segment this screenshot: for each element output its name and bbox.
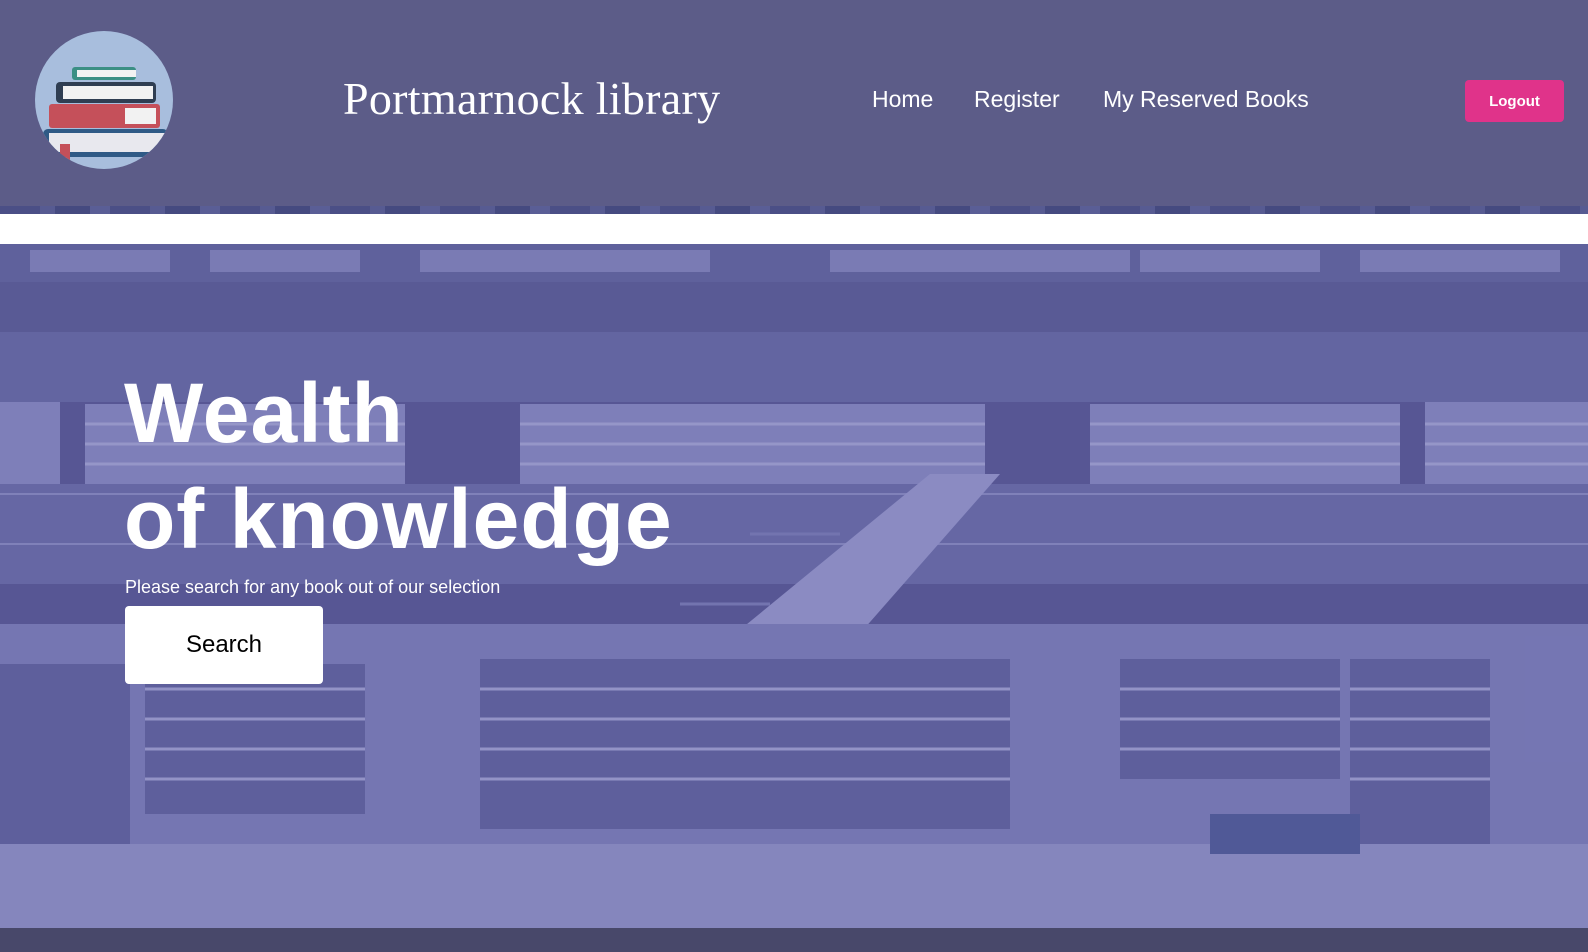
footer-strip — [0, 928, 1588, 952]
brand-title[interactable]: Portmarnock library — [343, 72, 720, 125]
separator-band — [0, 214, 1588, 244]
search-button[interactable]: Search — [125, 606, 323, 684]
logo[interactable] — [35, 31, 173, 169]
header-divider — [0, 206, 1588, 214]
nav-home-link[interactable]: Home — [872, 86, 933, 113]
nav-register-link[interactable]: Register — [974, 86, 1060, 113]
hero-subtext: Please search for any book out of our se… — [125, 577, 501, 597]
logout-button[interactable]: Logout — [1465, 80, 1564, 122]
books-stack-icon — [43, 67, 168, 164]
hero-section: Wealth of knowledge Please search for an… — [0, 244, 1588, 928]
hero-headline: Wealth of knowledge — [124, 360, 673, 572]
headline-line-2: of knowledge — [124, 472, 673, 566]
site-header: Portmarnock library Home Register My Res… — [0, 0, 1588, 206]
headline-line-1: Wealth — [124, 366, 404, 460]
nav-reserved-books-link[interactable]: My Reserved Books — [1103, 86, 1309, 113]
